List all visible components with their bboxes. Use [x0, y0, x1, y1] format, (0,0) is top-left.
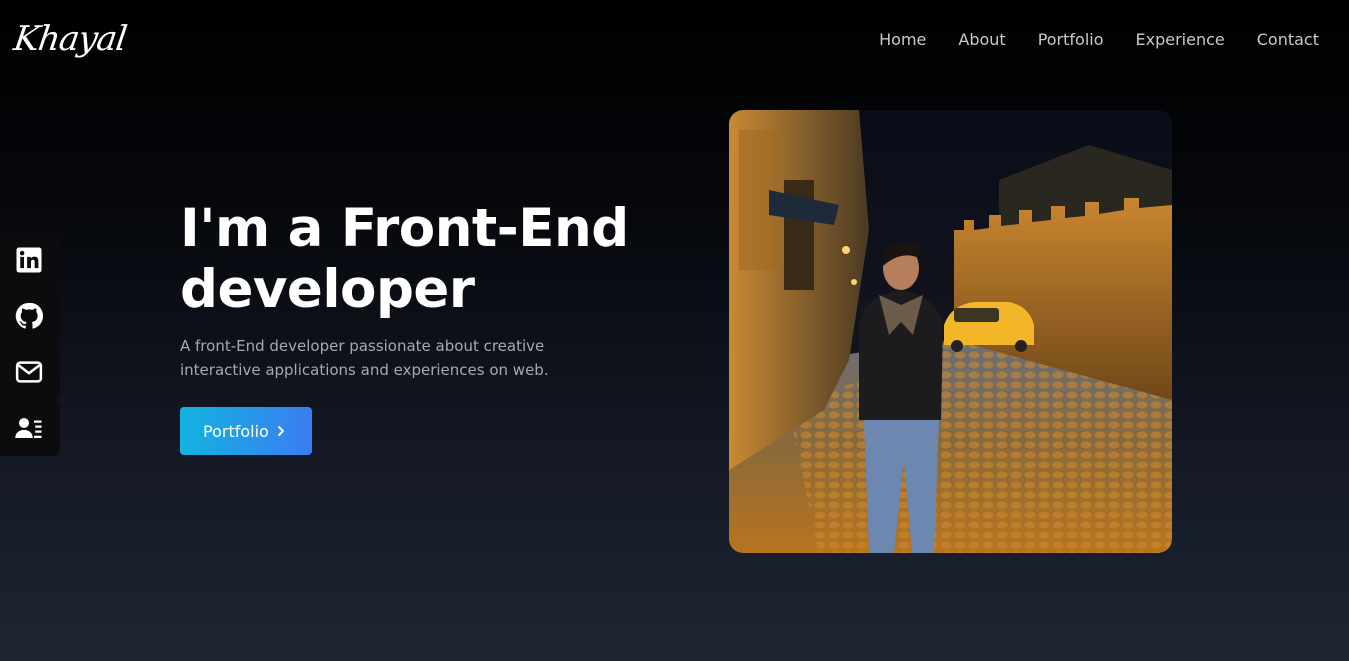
hero-title-line2: developer	[180, 259, 475, 320]
nav-about[interactable]: About	[958, 30, 1005, 49]
logo[interactable]: Khayal	[11, 19, 129, 59]
github-link[interactable]	[0, 288, 60, 344]
chevron-right-icon	[277, 426, 284, 436]
resume-icon	[15, 418, 42, 438]
nav-contact[interactable]: Contact	[1257, 30, 1319, 49]
resume-link[interactable]	[0, 400, 60, 456]
social-sidebar	[0, 232, 60, 456]
navbar: Khayal Home About Portfolio Experience C…	[0, 0, 1349, 78]
portfolio-button-label: Portfolio	[203, 421, 269, 441]
nav-portfolio[interactable]: Portfolio	[1038, 30, 1104, 49]
hero-title: I'm a Front-End developer	[180, 198, 680, 320]
nav-experience[interactable]: Experience	[1136, 30, 1225, 49]
nav-links: Home About Portfolio Experience Contact	[879, 30, 1319, 49]
linkedin-icon	[16, 247, 42, 273]
hero-section: I'm a Front-End developer A front-End de…	[180, 198, 680, 455]
github-icon	[15, 302, 44, 329]
portfolio-button[interactable]: Portfolio	[180, 407, 312, 455]
hero-title-line1: I'm a Front-End	[180, 198, 629, 259]
mail-icon	[15, 361, 43, 383]
mail-link[interactable]	[0, 344, 60, 400]
nav-home[interactable]: Home	[879, 30, 926, 49]
linkedin-link[interactable]	[0, 232, 60, 288]
hero-description: A front-End developer passionate about c…	[180, 337, 549, 379]
profile-photo-illustration	[729, 110, 1172, 553]
profile-photo	[729, 110, 1172, 553]
